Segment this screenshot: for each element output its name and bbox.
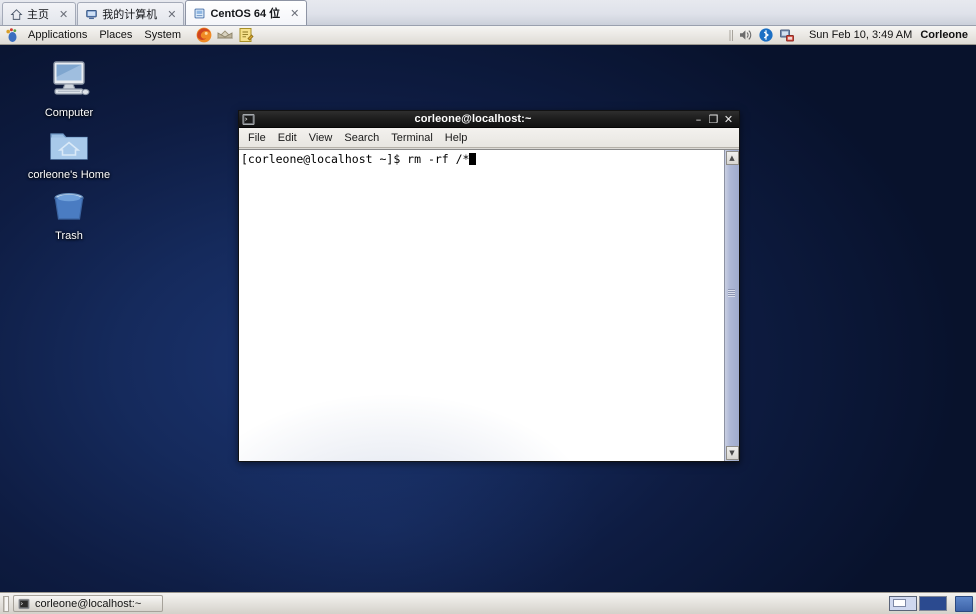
gnome-foot-icon — [6, 28, 17, 42]
firefox-icon[interactable] — [195, 26, 213, 44]
home-icon — [10, 8, 23, 20]
bluetooth-icon[interactable] — [758, 27, 774, 43]
workspace-2[interactable] — [919, 596, 947, 611]
tab-strip-filler — [308, 2, 976, 25]
scroll-down-icon[interactable]: ▼ — [725, 446, 739, 460]
terminal-titlebar[interactable]: corleone@localhost:~ – ❐ ✕ — [239, 111, 739, 128]
vm-icon — [195, 8, 205, 18]
minimize-button[interactable]: – — [691, 113, 706, 126]
vmware-tab-strip: 主页 ✕ 我的计算机 ✕ CentOS 64 位 ✕ — [0, 0, 976, 26]
computer-desktop-icon — [46, 55, 92, 103]
desktop-icon-home[interactable]: corleone's Home — [21, 117, 117, 181]
gnome-top-panel: Applications Places System Sun Feb 10, 3… — [0, 26, 976, 45]
tab-close-icon[interactable]: ✕ — [288, 7, 301, 20]
close-button[interactable]: ✕ — [721, 113, 736, 126]
menu-file[interactable]: File — [242, 130, 272, 146]
desktop-icon-trash[interactable]: Trash — [21, 178, 117, 242]
menu-help[interactable]: Help — [439, 130, 474, 146]
home-folder-icon — [48, 117, 90, 165]
terminal-icon — [242, 113, 255, 125]
terminal-body[interactable]: [corleone@localhost ~]$ rm -rf /* ▲ ▼ — [239, 149, 739, 461]
taskbar-button-terminal[interactable]: corleone@localhost:~ — [13, 595, 163, 612]
maximize-button[interactable]: ❐ — [706, 113, 721, 126]
trash-applet-icon[interactable] — [955, 595, 973, 612]
scroll-up-icon[interactable]: ▲ — [725, 151, 739, 165]
desktop-icon-label: Trash — [55, 230, 83, 242]
menu-system[interactable]: System — [138, 28, 187, 42]
panel-grip-handle[interactable] — [729, 29, 734, 42]
text-cursor — [469, 153, 477, 165]
panel-menu-group: Applications Places System — [0, 27, 187, 43]
terminal-icon — [18, 598, 30, 609]
text-editor-icon[interactable] — [237, 26, 255, 44]
terminal-scrollbar[interactable]: ▲ ▼ — [724, 150, 739, 461]
shell-command: rm -rf /* — [407, 152, 470, 166]
shell-prompt: [corleone@localhost ~]$ — [241, 152, 408, 166]
window-list: corleone@localhost:~ — [13, 595, 887, 612]
vm-tab-label: CentOS 64 位 — [210, 8, 281, 20]
desktop-area[interactable]: Computer corleone's Home Trash corleone@… — [0, 45, 976, 592]
terminal-menubar: File Edit View Search Terminal Help — [239, 128, 739, 148]
show-desktop-button[interactable] — [3, 595, 9, 612]
panel-clock[interactable]: Sun Feb 10, 3:49 AM — [801, 29, 920, 41]
email-icon[interactable] — [216, 26, 234, 44]
desktop-icon-computer[interactable]: Computer — [21, 55, 117, 119]
network-icon[interactable] — [779, 27, 795, 43]
terminal-output[interactable]: [corleone@localhost ~]$ rm -rf /* — [239, 150, 724, 461]
scrollbar-trough[interactable] — [725, 166, 739, 445]
taskbar-button-label: corleone@localhost:~ — [35, 597, 142, 610]
vm-tab-home[interactable]: 主页 ✕ — [2, 2, 77, 25]
menu-applications[interactable]: Applications — [22, 28, 93, 42]
scrollbar-grip[interactable] — [728, 288, 735, 297]
workspace-switcher[interactable] — [887, 595, 949, 612]
panel-launchers — [195, 26, 255, 44]
terminal-window[interactable]: corleone@localhost:~ – ❐ ✕ File Edit Vie… — [238, 110, 740, 462]
tab-close-icon[interactable]: ✕ — [165, 8, 178, 21]
screen: 主页 ✕ 我的计算机 ✕ CentOS 64 位 ✕ Applications … — [0, 0, 976, 614]
vm-tab-centos[interactable]: CentOS 64 位 ✕ — [185, 0, 308, 25]
workspace-window-thumb — [893, 599, 906, 607]
vm-tab-label: 主页 — [27, 9, 49, 21]
tab-close-icon[interactable]: ✕ — [57, 8, 70, 21]
computer-icon — [86, 9, 97, 19]
panel-tray — [737, 27, 801, 43]
trash-icon — [49, 178, 89, 226]
workspace-1[interactable] — [889, 596, 917, 611]
menu-edit[interactable]: Edit — [272, 130, 303, 146]
menu-view[interactable]: View — [303, 130, 339, 146]
vm-tab-my-computer[interactable]: 我的计算机 ✕ — [77, 2, 185, 25]
menu-places[interactable]: Places — [93, 28, 138, 42]
menu-terminal[interactable]: Terminal — [385, 130, 439, 146]
volume-icon[interactable] — [737, 27, 753, 43]
gnome-bottom-panel: corleone@localhost:~ — [0, 592, 976, 614]
vm-tab-label: 我的计算机 — [102, 9, 158, 21]
terminal-title: corleone@localhost:~ — [414, 113, 532, 125]
panel-username[interactable]: Corleone — [920, 29, 976, 41]
menu-search[interactable]: Search — [338, 130, 385, 146]
